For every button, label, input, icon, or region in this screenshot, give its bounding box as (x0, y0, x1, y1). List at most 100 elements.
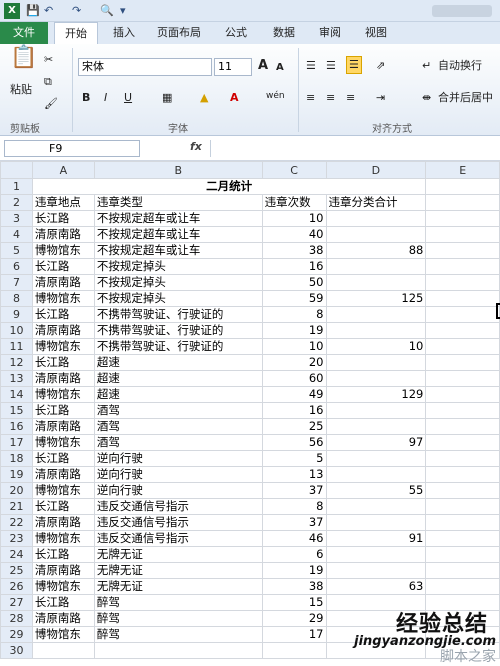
cell[interactable]: 逆向行驶 (93, 482, 263, 499)
cell[interactable]: 8 (261, 306, 327, 323)
row-header[interactable]: 30 (0, 642, 33, 659)
cell[interactable]: 博物馆东 (31, 434, 95, 451)
cell[interactable]: 逆向行驶 (93, 450, 263, 467)
cell[interactable]: 38 (261, 578, 327, 595)
merge-center-button[interactable]: 合并后居中 (438, 90, 493, 106)
row-header[interactable]: 12 (0, 354, 33, 371)
row-header[interactable]: 17 (0, 434, 33, 451)
cell[interactable]: 酒驾 (93, 402, 263, 419)
row-header[interactable]: 24 (0, 546, 33, 563)
row-header[interactable]: 5 (0, 242, 33, 259)
cell[interactable]: 13 (261, 466, 327, 483)
cell[interactable] (425, 322, 500, 339)
font-color-button[interactable]: A (230, 90, 239, 106)
cell[interactable]: 清原南路 (31, 562, 95, 579)
fill-color-icon[interactable]: ▲ (200, 90, 208, 106)
row-header[interactable]: 27 (0, 594, 33, 611)
paste-button[interactable]: 粘贴 (10, 82, 32, 98)
cell[interactable]: 91 (325, 530, 427, 547)
cell[interactable]: 40 (261, 226, 327, 243)
row-header[interactable]: 22 (0, 514, 33, 531)
row-header[interactable]: 19 (0, 466, 33, 483)
cell[interactable] (425, 306, 500, 323)
cell[interactable]: 不按规定超车或让车 (93, 226, 263, 243)
cell[interactable] (425, 274, 500, 291)
cell[interactable]: 63 (325, 578, 427, 595)
cell[interactable]: 长江路 (31, 210, 95, 227)
cell[interactable]: 不按规定掉头 (93, 274, 263, 291)
header-cell[interactable]: 违章类型 (93, 194, 263, 211)
cell[interactable] (425, 178, 500, 195)
row-header[interactable]: 10 (0, 322, 33, 339)
tab-review[interactable]: 审阅 (312, 22, 348, 44)
tab-insert[interactable]: 插入 (106, 22, 142, 44)
cell[interactable]: 不携带驾驶证、行驶证的 (93, 322, 263, 339)
cell[interactable]: 37 (261, 482, 327, 499)
cell[interactable]: 长江路 (31, 258, 95, 275)
orientation-icon[interactable]: ⇗ (376, 58, 385, 74)
paste-icon[interactable]: 📋 (10, 47, 37, 69)
cell[interactable]: 超速 (93, 370, 263, 387)
cell[interactable] (425, 482, 500, 499)
cell[interactable]: 50 (261, 274, 327, 291)
cell[interactable]: 不按规定超车或让车 (93, 210, 263, 227)
cell[interactable] (93, 642, 263, 659)
cell[interactable]: 19 (261, 322, 327, 339)
cell[interactable] (261, 642, 327, 659)
cell[interactable] (425, 386, 500, 403)
row-header[interactable]: 28 (0, 610, 33, 627)
cell[interactable]: 10 (261, 210, 327, 227)
cell[interactable] (325, 274, 427, 291)
align-center-icon[interactable]: ≡ (326, 90, 335, 106)
cell[interactable] (325, 402, 427, 419)
cell[interactable]: 5 (261, 450, 327, 467)
row-header[interactable]: 6 (0, 258, 33, 275)
cell[interactable]: 19 (261, 562, 327, 579)
cell[interactable] (425, 434, 500, 451)
cell[interactable] (325, 466, 427, 483)
cell[interactable]: 97 (325, 434, 427, 451)
cell[interactable]: 46 (261, 530, 327, 547)
header-cell[interactable]: 违章地点 (31, 194, 95, 211)
cell[interactable] (325, 370, 427, 387)
cell[interactable]: 无牌无证 (93, 562, 263, 579)
cell[interactable] (425, 498, 500, 515)
cell[interactable]: 不携带驾驶证、行驶证的 (93, 306, 263, 323)
tab-page-layout[interactable]: 页面布局 (152, 22, 206, 44)
row-header[interactable]: 8 (0, 290, 33, 307)
cell[interactable]: 清原南路 (31, 226, 95, 243)
row-header[interactable]: 13 (0, 370, 33, 387)
cell[interactable]: 不按规定超车或让车 (93, 242, 263, 259)
cell[interactable]: 博物馆东 (31, 338, 95, 355)
customize-toolbar-icon[interactable]: ▾ (120, 3, 126, 19)
save-icon[interactable]: 💾 (26, 3, 40, 19)
align-top-icon[interactable]: ☰ (306, 58, 316, 74)
cell[interactable]: 醉驾 (93, 626, 263, 643)
cell[interactable]: 清原南路 (31, 370, 95, 387)
cell[interactable] (31, 642, 95, 659)
cell[interactable] (425, 546, 500, 563)
font-name-select[interactable]: 宋体 (78, 58, 212, 76)
cell[interactable] (425, 514, 500, 531)
cell[interactable]: 38 (261, 242, 327, 259)
row-header[interactable]: 4 (0, 226, 33, 243)
cell[interactable] (325, 226, 427, 243)
cell[interactable]: 16 (261, 402, 327, 419)
cell[interactable]: 6 (261, 546, 327, 563)
row-header[interactable]: 3 (0, 210, 33, 227)
underline-button[interactable]: U (124, 90, 132, 106)
cell[interactable]: 博物馆东 (31, 386, 95, 403)
cell[interactable] (425, 418, 500, 435)
cell[interactable] (325, 306, 427, 323)
indent-icon[interactable]: ⇥ (376, 90, 385, 106)
tab-home[interactable]: 开始 (54, 22, 98, 44)
cell[interactable] (425, 530, 500, 547)
cell[interactable]: 49 (261, 386, 327, 403)
cell[interactable]: 125 (325, 290, 427, 307)
cell[interactable]: 37 (261, 514, 327, 531)
format-painter-icon[interactable]: 🖌 (44, 96, 58, 112)
cell[interactable] (425, 226, 500, 243)
cell[interactable]: 博物馆东 (31, 626, 95, 643)
cell[interactable]: 长江路 (31, 306, 95, 323)
italic-button[interactable]: I (104, 90, 107, 106)
